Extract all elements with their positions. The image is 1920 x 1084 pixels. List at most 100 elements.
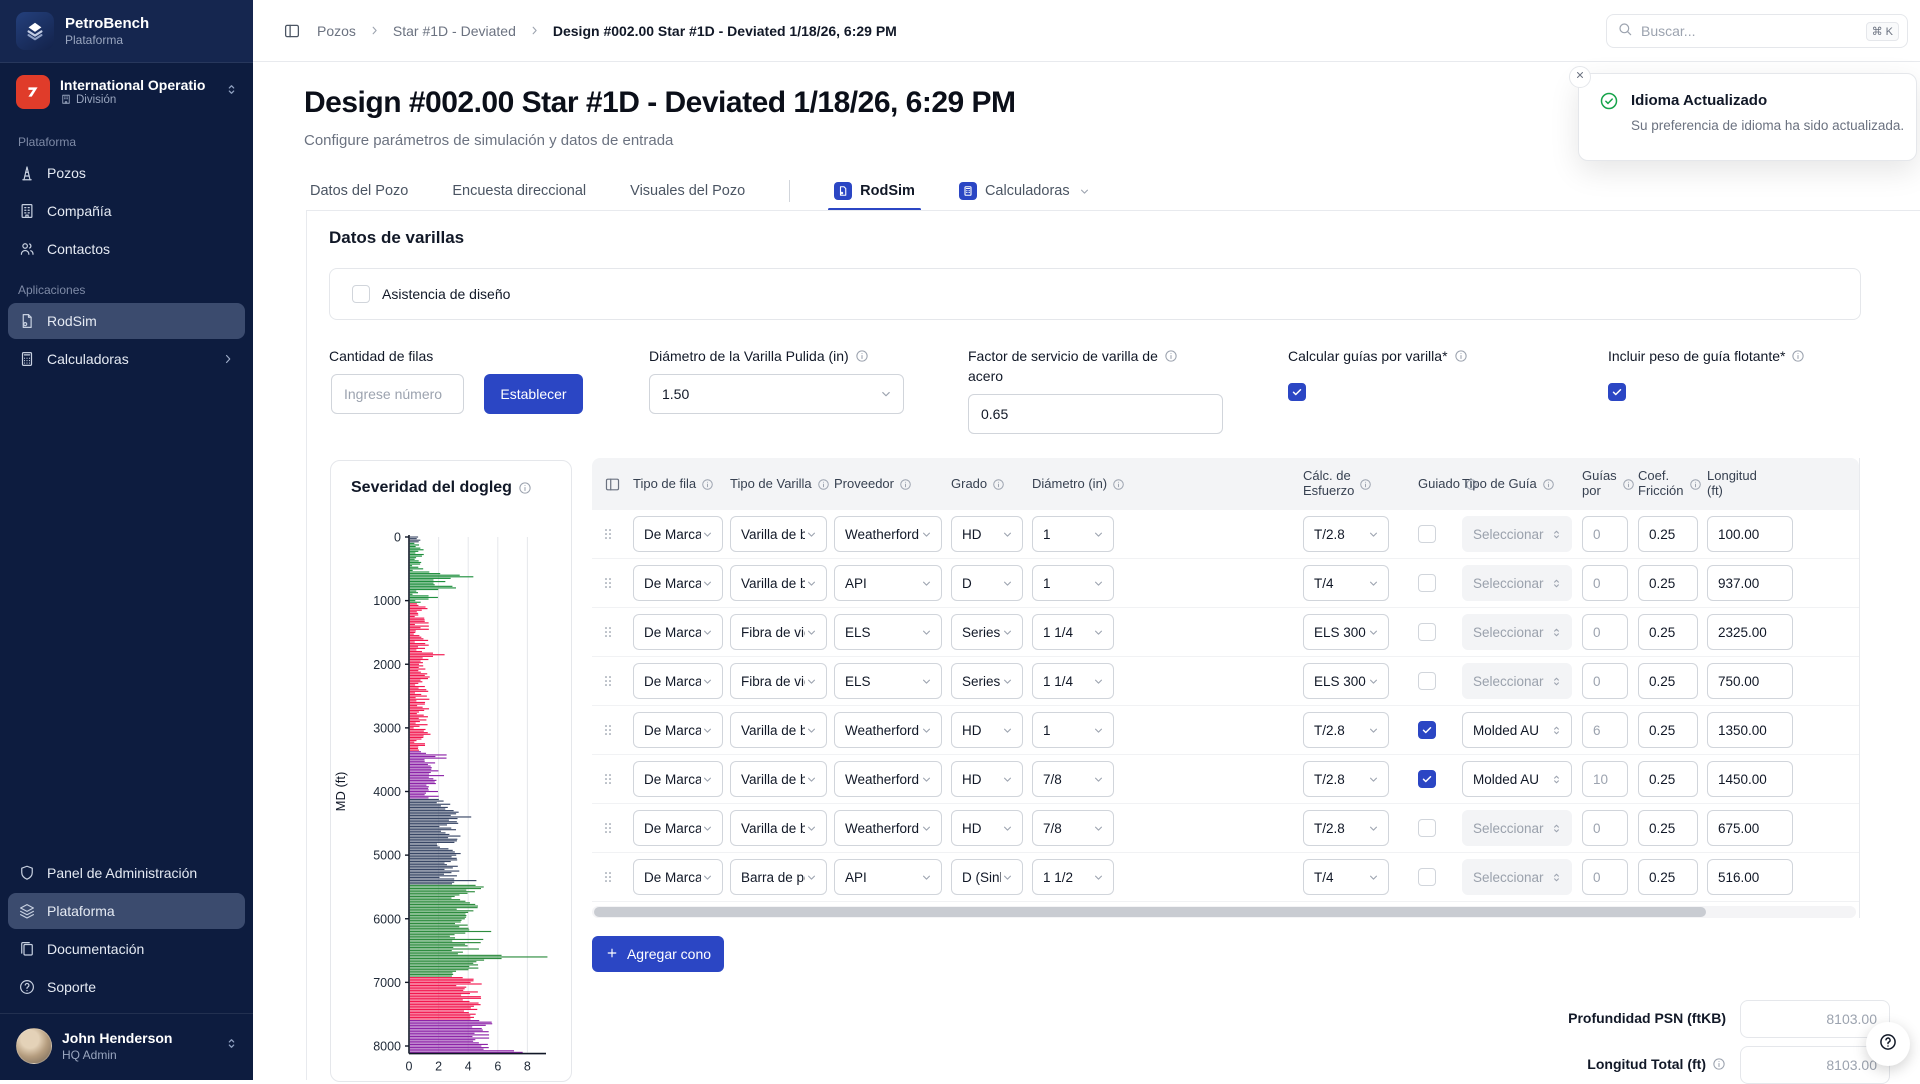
table-input[interactable]: 1350.00 bbox=[1707, 712, 1793, 748]
table-input[interactable]: 6 bbox=[1582, 712, 1628, 748]
table-select[interactable]: De Marca bbox=[633, 565, 723, 601]
table-select[interactable]: Molded AU bbox=[1462, 761, 1572, 797]
table-select[interactable]: Fibra de vidr bbox=[730, 663, 827, 699]
table-select[interactable]: Seleccionar bbox=[1462, 810, 1572, 846]
guided-checkbox[interactable] bbox=[1418, 819, 1436, 837]
table-input[interactable]: 0 bbox=[1582, 859, 1628, 895]
table-input[interactable]: 100.00 bbox=[1707, 516, 1793, 552]
info-icon[interactable] bbox=[1359, 478, 1372, 491]
table-select[interactable]: T/4 bbox=[1303, 565, 1389, 601]
psn-depth-input[interactable]: 8103.00 bbox=[1740, 1000, 1890, 1038]
user-menu[interactable]: John Henderson HQ Admin bbox=[0, 1014, 253, 1080]
table-input[interactable]: 0.25 bbox=[1638, 516, 1698, 552]
table-select[interactable]: HD bbox=[951, 516, 1023, 552]
table-select[interactable]: API bbox=[834, 565, 942, 601]
table-select[interactable]: 7/8 bbox=[1032, 810, 1114, 846]
sidebar-footer-item-soporte[interactable]: Soporte bbox=[8, 969, 245, 1005]
table-select[interactable]: Series 3 bbox=[951, 614, 1023, 650]
help-button[interactable] bbox=[1866, 1022, 1910, 1066]
info-icon[interactable] bbox=[1542, 478, 1555, 491]
table-select[interactable]: 7/8 bbox=[1032, 761, 1114, 797]
sidebar-footer-item-plataforma[interactable]: Plataforma bbox=[8, 893, 245, 929]
tab-calculadoras[interactable]: Calculadoras bbox=[959, 172, 1091, 210]
info-icon[interactable] bbox=[992, 478, 1005, 491]
table-input[interactable]: 0.25 bbox=[1638, 810, 1698, 846]
info-icon[interactable] bbox=[1622, 478, 1635, 491]
info-icon[interactable] bbox=[817, 478, 830, 491]
table-select[interactable]: Seleccionar bbox=[1462, 565, 1572, 601]
table-select[interactable]: Weatherford bbox=[834, 516, 942, 552]
tab-rodsim[interactable]: RodSim bbox=[834, 172, 915, 210]
table-select[interactable]: Varilla de bo bbox=[730, 565, 827, 601]
table-select[interactable]: D (Sinker bbox=[951, 859, 1023, 895]
info-icon[interactable] bbox=[1712, 1057, 1726, 1071]
drag-handle-icon[interactable] bbox=[600, 673, 616, 689]
breadcrumb-item[interactable]: Pozos bbox=[317, 23, 356, 39]
scrollbar-thumb[interactable] bbox=[594, 907, 1706, 917]
table-select[interactable]: Seleccionar bbox=[1462, 614, 1572, 650]
table-select[interactable]: Fibra de vidr bbox=[730, 614, 827, 650]
drag-handle-icon[interactable] bbox=[600, 771, 616, 787]
table-select[interactable]: 1 1/2 bbox=[1032, 859, 1114, 895]
table-input[interactable]: 516.00 bbox=[1707, 859, 1793, 895]
table-input[interactable]: 0 bbox=[1582, 663, 1628, 699]
table-input[interactable]: 0.25 bbox=[1638, 565, 1698, 601]
table-select[interactable]: ELS bbox=[834, 663, 942, 699]
drag-handle-icon[interactable] bbox=[600, 869, 616, 885]
sidebar-item-contactos[interactable]: Contactos bbox=[8, 231, 245, 267]
table-select[interactable]: Molded AU bbox=[1462, 712, 1572, 748]
table-select[interactable]: Varilla de bo bbox=[730, 761, 827, 797]
sidebar-item-rodsim[interactable]: RodSim bbox=[8, 303, 245, 339]
table-select[interactable]: De Marca bbox=[633, 712, 723, 748]
table-select[interactable]: Varilla de bo bbox=[730, 712, 827, 748]
guided-checkbox[interactable] bbox=[1418, 672, 1436, 690]
table-select[interactable]: De Marca bbox=[633, 810, 723, 846]
table-select[interactable]: De Marca bbox=[633, 614, 723, 650]
drag-handle-icon[interactable] bbox=[600, 624, 616, 640]
design-assist-checkbox[interactable] bbox=[352, 285, 370, 303]
tab-encuesta-direccional[interactable]: Encuesta direccional bbox=[452, 172, 586, 210]
table-select[interactable]: 1 bbox=[1032, 516, 1114, 552]
info-icon[interactable] bbox=[855, 349, 869, 363]
sidebar-item-compa-a[interactable]: Compañía bbox=[8, 193, 245, 229]
sidebar-footer-item-documentaci-n[interactable]: Documentación bbox=[8, 931, 245, 967]
info-icon[interactable] bbox=[1164, 349, 1178, 363]
table-select[interactable]: 1 1/4 bbox=[1032, 663, 1114, 699]
table-select[interactable]: HD bbox=[951, 761, 1023, 797]
service-factor-input[interactable]: 0.65 bbox=[968, 394, 1223, 434]
drag-handle-icon[interactable] bbox=[600, 722, 616, 738]
table-input[interactable]: 0 bbox=[1582, 810, 1628, 846]
set-rows-button[interactable]: Establecer bbox=[484, 374, 583, 414]
table-select[interactable]: Weatherford bbox=[834, 712, 942, 748]
info-icon[interactable] bbox=[899, 478, 912, 491]
table-input[interactable]: 1450.00 bbox=[1707, 761, 1793, 797]
table-select[interactable]: De Marca bbox=[633, 859, 723, 895]
table-input[interactable]: 0 bbox=[1582, 516, 1628, 552]
table-select[interactable]: D bbox=[951, 565, 1023, 601]
table-input[interactable]: 750.00 bbox=[1707, 663, 1793, 699]
table-input[interactable]: 2325.00 bbox=[1707, 614, 1793, 650]
table-select[interactable]: T/2.8 bbox=[1303, 516, 1389, 552]
org-switcher[interactable]: International Operatio División bbox=[0, 63, 253, 121]
table-input[interactable]: 0.25 bbox=[1638, 859, 1698, 895]
add-taper-button[interactable]: Agregar cono bbox=[592, 936, 724, 972]
table-input[interactable]: 675.00 bbox=[1707, 810, 1793, 846]
float-guide-checkbox[interactable] bbox=[1608, 383, 1626, 401]
table-select[interactable]: API bbox=[834, 859, 942, 895]
table-select[interactable]: Series 3 bbox=[951, 663, 1023, 699]
table-select[interactable]: Seleccionar bbox=[1462, 516, 1572, 552]
table-select[interactable]: 1 bbox=[1032, 712, 1114, 748]
table-select[interactable]: HD bbox=[951, 810, 1023, 846]
table-select[interactable]: De Marca bbox=[633, 663, 723, 699]
table-input[interactable]: 0.25 bbox=[1638, 663, 1698, 699]
tab-datos-del-pozo[interactable]: Datos del Pozo bbox=[310, 172, 408, 210]
guided-checkbox[interactable] bbox=[1418, 868, 1436, 886]
table-select[interactable]: HD bbox=[951, 712, 1023, 748]
info-icon[interactable] bbox=[1454, 349, 1468, 363]
table-select[interactable]: Seleccionar bbox=[1462, 663, 1572, 699]
table-select[interactable]: 1 1/4 bbox=[1032, 614, 1114, 650]
table-select[interactable]: De Marca bbox=[633, 516, 723, 552]
table-select[interactable]: 1 bbox=[1032, 565, 1114, 601]
guided-checkbox[interactable] bbox=[1418, 770, 1436, 788]
breadcrumb-item[interactable]: Design #002.00 Star #1D - Deviated 1/18/… bbox=[553, 23, 897, 39]
